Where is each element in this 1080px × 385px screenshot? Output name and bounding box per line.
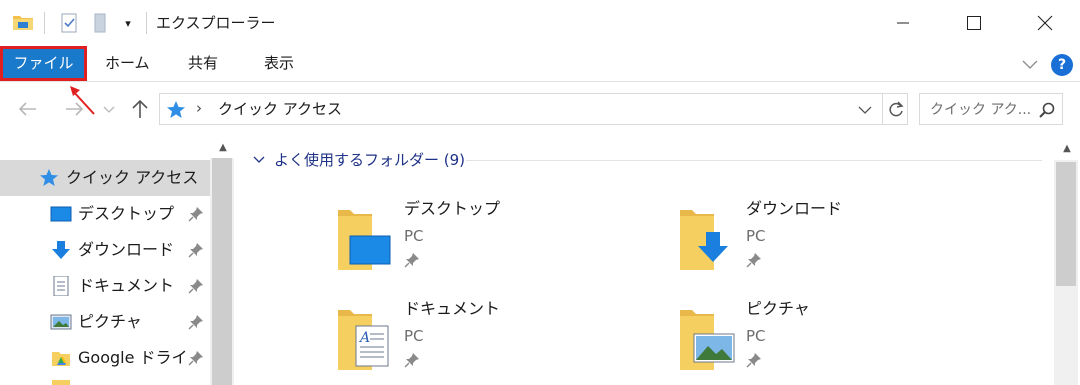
google-drive-icon	[50, 348, 72, 368]
sidebar-item-downloads[interactable]: ダウンロード	[0, 232, 210, 268]
folder-tile-desktop[interactable]: デスクトップ PC	[336, 198, 636, 288]
navigation-bar: › クイック アクセス クイック アク...	[0, 88, 1080, 130]
explorer-folder-icon[interactable]	[12, 13, 34, 31]
search-icon	[1038, 101, 1056, 119]
forward-arrow-icon	[66, 102, 84, 116]
forward-button[interactable]	[60, 96, 88, 122]
folder-name: ドキュメント	[404, 299, 501, 318]
folder-tile-pictures[interactable]: ピクチャ PC	[678, 298, 978, 385]
search-input[interactable]: クイック アク...	[919, 93, 1063, 125]
title-separator	[146, 12, 147, 34]
pin-icon	[404, 252, 420, 268]
navigation-pane: クイック アクセス デスクトップ ダウンロード ドキュメント ピクチャ Goog…	[0, 138, 236, 385]
pin-icon	[746, 252, 762, 268]
folder-name: ピクチャ	[746, 299, 810, 318]
search-placeholder: クイック アク...	[930, 102, 1032, 118]
recent-locations-chevron-icon[interactable]	[101, 100, 117, 118]
sidebar-item-pictures[interactable]: ピクチャ	[0, 304, 210, 340]
folder-tile-downloads[interactable]: ダウンロード PC	[678, 198, 978, 288]
document-icon	[50, 275, 72, 297]
pin-icon[interactable]	[188, 314, 204, 330]
sidebar-scrollbar-thumb[interactable]	[212, 158, 232, 385]
customize-quick-access-dropdown-icon[interactable]: ▾	[120, 14, 136, 34]
sidebar-item-label: ドキュメント	[78, 276, 175, 295]
minimize-button[interactable]	[868, 0, 938, 46]
refresh-button[interactable]	[882, 94, 908, 124]
expand-ribbon-chevron-icon[interactable]	[1018, 54, 1042, 74]
new-folder-icon[interactable]	[92, 12, 108, 34]
up-button[interactable]	[128, 96, 152, 122]
pin-icon[interactable]	[188, 242, 204, 258]
pin-icon	[746, 352, 762, 368]
sidebar-item-label: デスクトップ	[78, 204, 175, 223]
minimize-icon	[897, 22, 909, 24]
back-arrow-icon	[18, 102, 36, 116]
desktop-folder-icon	[336, 202, 396, 270]
folder-location: PC	[404, 227, 424, 245]
desktop-icon	[50, 204, 72, 224]
document-folder-icon: A	[336, 302, 396, 370]
sidebar-item-quick-access[interactable]: クイック アクセス	[0, 160, 210, 196]
up-arrow-icon	[132, 99, 148, 118]
address-bar[interactable]: › クイック アクセス	[159, 93, 908, 125]
maximize-button[interactable]	[938, 0, 1008, 46]
group-title: よく使用するフォルダー (9)	[274, 151, 466, 169]
sidebar-item-documents[interactable]: ドキュメント	[0, 268, 210, 304]
maximize-icon	[967, 16, 981, 30]
sidebar-item-label: ダウンロード	[78, 240, 175, 259]
properties-icon[interactable]	[60, 12, 78, 34]
tab-file[interactable]: ファイル	[0, 46, 87, 81]
folder-icon	[52, 380, 70, 385]
sidebar-item-partial[interactable]	[0, 376, 210, 385]
window-title: エクスプローラー	[156, 14, 276, 32]
content-scroll-up-icon[interactable]: ▲	[1056, 138, 1078, 160]
close-icon	[1037, 15, 1053, 31]
tab-share[interactable]: 共有	[188, 46, 218, 81]
download-icon	[50, 240, 72, 260]
pin-icon[interactable]	[188, 206, 204, 222]
folder-tile-documents[interactable]: A ドキュメント PC	[336, 298, 636, 385]
star-icon	[38, 168, 60, 188]
content-scrollbar-thumb[interactable]	[1056, 162, 1076, 286]
picture-folder-icon	[678, 302, 738, 370]
ribbon-tab-bar: ファイル ホーム 共有 表示 ?	[0, 46, 1080, 82]
sidebar-item-label: ピクチャ	[78, 312, 142, 331]
pin-icon[interactable]	[188, 350, 204, 366]
breadcrumb-chevron-icon[interactable]: ›	[196, 99, 210, 119]
sidebar-item-label: クイック アクセス	[66, 168, 199, 187]
sidebar-scroll-up-icon[interactable]: ▲	[212, 138, 234, 158]
close-button[interactable]	[1010, 0, 1080, 46]
folder-location: PC	[746, 327, 766, 345]
folder-name: デスクトップ	[404, 199, 501, 218]
pin-icon[interactable]	[188, 278, 204, 294]
folder-location: PC	[746, 227, 766, 245]
tab-home[interactable]: ホーム	[105, 46, 150, 81]
address-history-chevron-icon[interactable]	[856, 100, 874, 120]
breadcrumb-quick-access[interactable]: クイック アクセス	[218, 99, 342, 119]
quick-access-star-icon	[166, 100, 186, 120]
sidebar-item-desktop[interactable]: デスクトップ	[0, 196, 210, 232]
folder-name: ダウンロード	[746, 199, 843, 218]
download-folder-icon	[678, 202, 738, 270]
sidebar-item-google-drive[interactable]: Google ドライブ	[0, 340, 210, 376]
sidebar-item-label: Google ドライブ	[78, 348, 188, 367]
picture-icon	[50, 312, 72, 332]
frequent-folders-group-header[interactable]: よく使用するフォルダー (9)	[252, 150, 465, 170]
tab-view[interactable]: 表示	[264, 46, 294, 81]
help-icon[interactable]: ?	[1051, 54, 1073, 76]
svg-text:A: A	[358, 330, 370, 346]
quick-access-separator	[44, 12, 45, 34]
refresh-icon	[889, 101, 904, 117]
back-button[interactable]	[14, 96, 42, 122]
group-divider	[466, 160, 1042, 161]
content-pane: よく使用するフォルダー (9) デスクトップ PC ダウンロード PC A ドキ…	[236, 138, 1080, 385]
pin-icon	[404, 352, 420, 368]
title-bar: ▾ エクスプローラー	[0, 0, 1080, 46]
folder-location: PC	[404, 327, 424, 345]
collapse-chevron-icon	[253, 156, 265, 163]
